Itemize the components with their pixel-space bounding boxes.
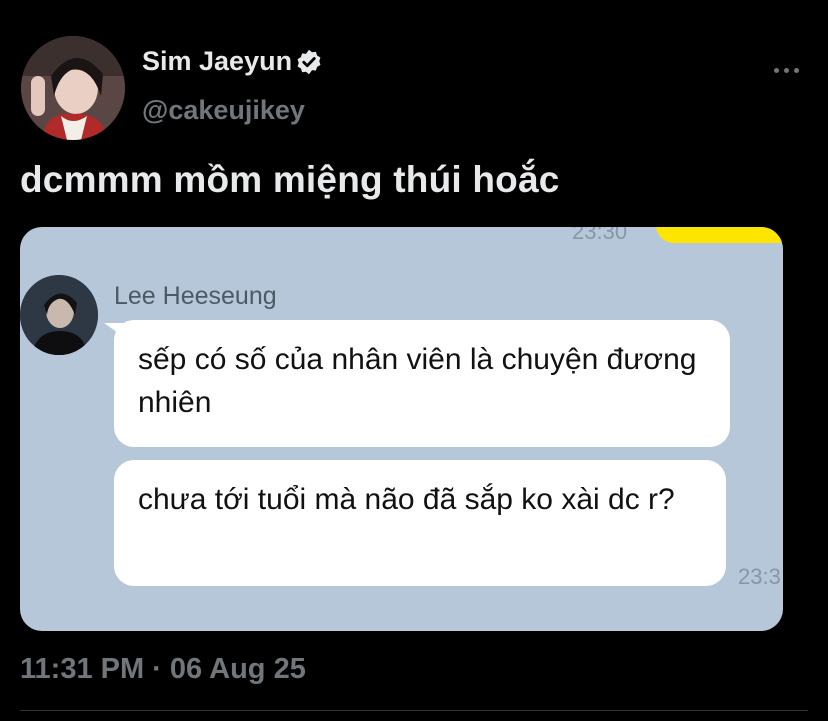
author-avatar[interactable] bbox=[21, 36, 125, 140]
message-time-bottom: 23:3 bbox=[738, 564, 781, 589]
tweet-text: dcmmm mồm miệng thúi hoắc bbox=[20, 159, 560, 200]
chat-message-2: chưa tới tuổi mà não đã sắp ko xài dc r? bbox=[114, 460, 726, 586]
tweet-media-image[interactable]: 23:30 Lee Heeseung sếp có số của nhân vi… bbox=[20, 227, 783, 631]
chat-message-1: sếp có số của nhân viên là chuyện đương … bbox=[114, 320, 730, 447]
message-time-top: 23:30 bbox=[572, 227, 628, 244]
author-name-row[interactable]: Sim Jaeyun bbox=[142, 46, 323, 77]
dot bbox=[793, 67, 799, 73]
dot bbox=[783, 67, 789, 73]
sender-avatar-photo bbox=[20, 275, 98, 355]
more-options-icon[interactable] bbox=[771, 58, 801, 82]
author-name[interactable]: Sim Jaeyun bbox=[142, 46, 292, 77]
sender-avatar bbox=[20, 275, 98, 355]
verified-badge-icon bbox=[297, 49, 321, 74]
outgoing-bubble-edge bbox=[656, 227, 783, 243]
divider bbox=[20, 710, 808, 711]
sender-name: Lee Heeseung bbox=[114, 282, 277, 310]
tweet-timestamp[interactable]: 11:31 PM · 06 Aug 25 bbox=[20, 653, 306, 686]
author-handle[interactable]: @cakeujikey bbox=[142, 95, 305, 126]
dot bbox=[773, 67, 779, 73]
avatar-photo bbox=[21, 36, 125, 140]
